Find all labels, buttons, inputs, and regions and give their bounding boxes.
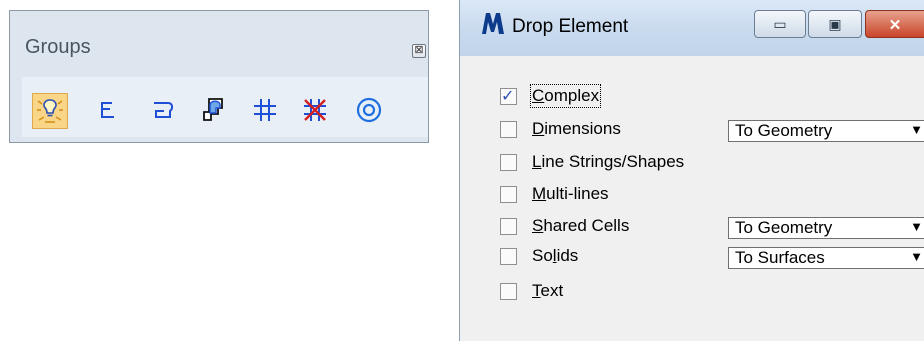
create-complex-chain-tool-icon <box>101 102 114 118</box>
solids-label: Solids <box>532 246 579 265</box>
close-button[interactable]: ✕ <box>865 10 924 38</box>
add-to-graphic-group-tool-icon <box>254 99 276 121</box>
dimensions-dropdown-value: To Geometry <box>735 121 833 140</box>
shared-cells-dropdown[interactable]: To Geometry ▼ <box>728 217 924 239</box>
add-to-graphic-group-tool[interactable] <box>248 93 284 129</box>
shared-cells-dropdown-value: To Geometry <box>735 218 833 237</box>
drop-element-tool-icon <box>37 99 63 123</box>
shared-cells-checkbox[interactable] <box>500 218 517 235</box>
dialog-content: ✓ Complex Dimensions To Geometry ▼ Line … <box>460 56 924 341</box>
microstation-app-icon <box>482 13 504 34</box>
dimensions-label: Dimensions <box>532 119 621 138</box>
line-strings-shapes-label: Line Strings/Shapes <box>532 152 685 171</box>
minimize-button[interactable]: ▭ <box>754 10 806 38</box>
shared-cells-label: Shared Cells <box>532 216 630 235</box>
title-bar[interactable]: Drop Element ▭ ▣ ✕ <box>460 0 924 56</box>
create-region-tool[interactable] <box>198 93 234 129</box>
maximize-icon: ▣ <box>828 16 842 32</box>
multi-lines-label: Multi-lines <box>532 184 609 203</box>
drop-element-dialog: Drop Element ▭ ▣ ✕ ✓ Complex Dimensions … <box>459 0 924 341</box>
dialog-title: Drop Element <box>512 16 629 37</box>
text-checkbox[interactable] <box>500 283 517 300</box>
create-complex-shape-tool-icon <box>154 102 174 118</box>
solids-dropdown-value: To Surfaces <box>735 248 825 267</box>
close-icon: ✕ <box>888 17 902 34</box>
create-region-tool-icon <box>203 98 223 121</box>
create-complex-chain-tool[interactable] <box>90 93 126 129</box>
close-icon[interactable]: ⊠ <box>412 44 426 58</box>
create-complex-shape-tool[interactable] <box>146 93 182 129</box>
text-label: Text <box>532 281 564 300</box>
group-holes-tool-icon <box>356 97 382 123</box>
dimensions-dropdown[interactable]: To Geometry ▼ <box>728 120 924 142</box>
solids-checkbox[interactable] <box>500 248 517 265</box>
multi-lines-checkbox[interactable] <box>500 186 517 203</box>
drop-from-graphic-group-tool-icon <box>304 99 326 121</box>
line-strings-shapes-checkbox[interactable] <box>500 154 517 171</box>
group-holes-tool[interactable] <box>352 93 388 129</box>
drop-from-graphic-group-tool[interactable] <box>298 93 334 129</box>
complex-label: Complex <box>529 84 602 108</box>
complex-checkbox[interactable]: ✓ <box>500 88 517 105</box>
checkmark-icon: ✓ <box>501 88 515 105</box>
solids-dropdown[interactable]: To Surfaces ▼ <box>728 247 924 269</box>
maximize-button[interactable]: ▣ <box>808 10 862 38</box>
drop-element-tool[interactable] <box>32 93 68 129</box>
minimize-icon: ▭ <box>773 16 787 32</box>
chevron-down-icon: ▼ <box>910 249 923 264</box>
groups-toolbar <box>22 77 428 137</box>
chevron-down-icon: ▼ <box>910 219 923 234</box>
groups-toolbox: Groups ⊠ <box>9 10 429 143</box>
dimensions-checkbox[interactable] <box>500 121 517 138</box>
groups-title: Groups <box>25 36 91 58</box>
chevron-down-icon: ▼ <box>910 122 923 137</box>
